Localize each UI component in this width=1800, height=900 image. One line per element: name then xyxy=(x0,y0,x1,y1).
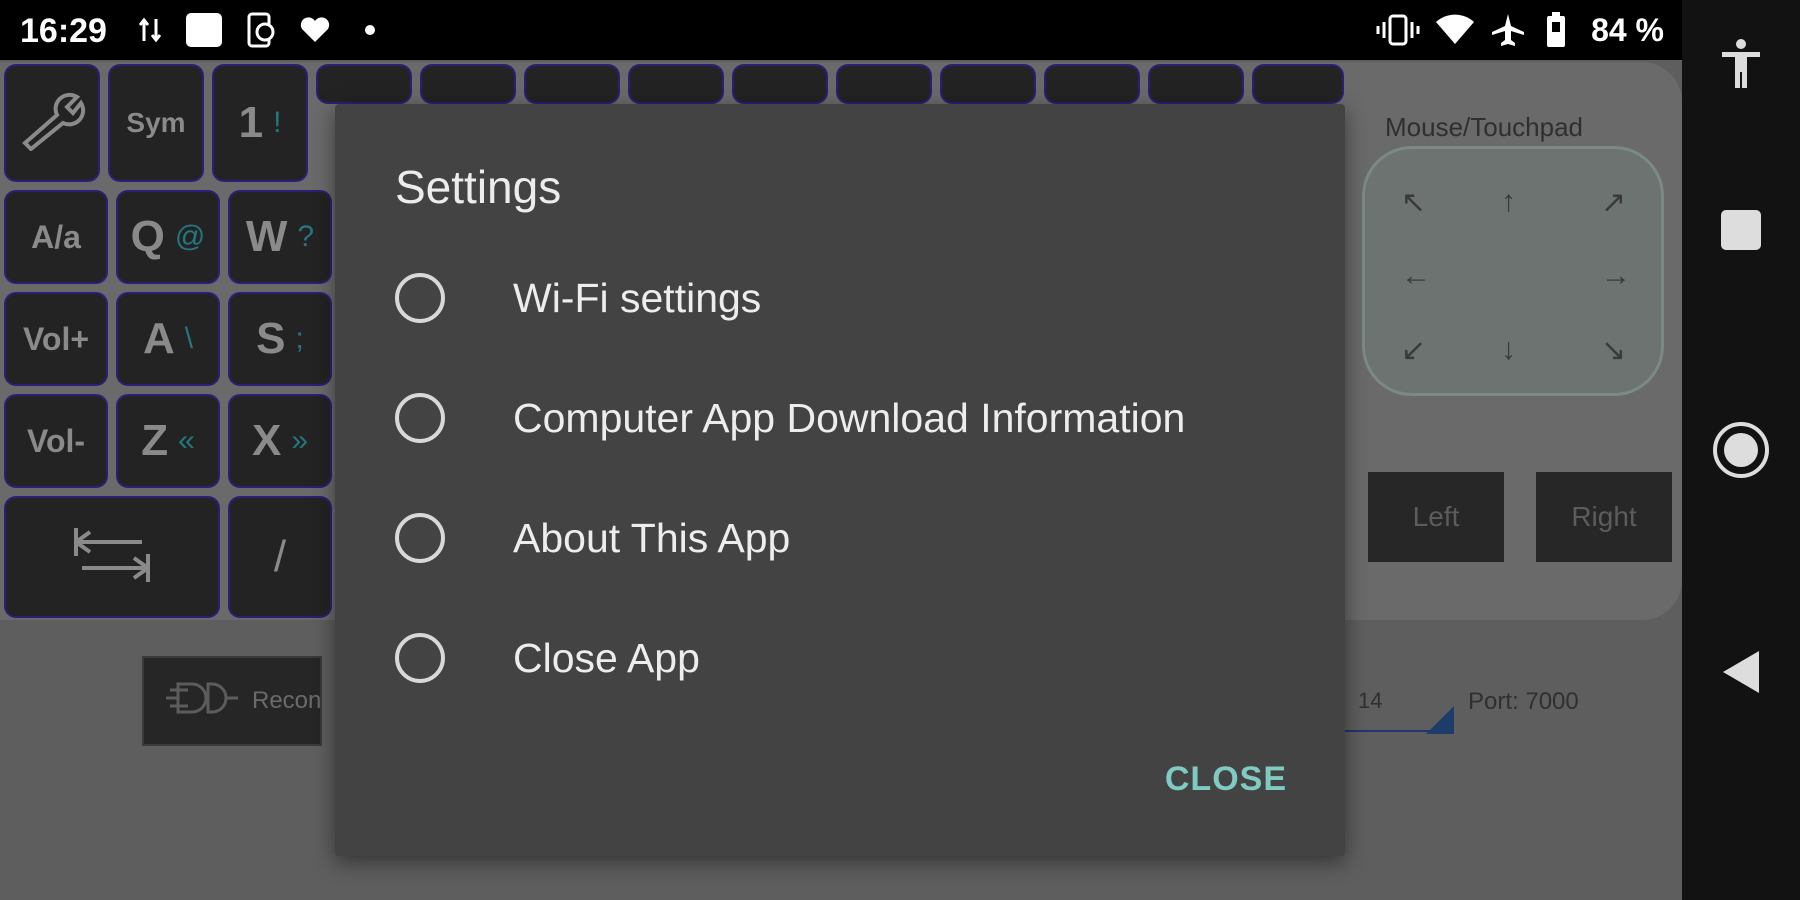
square-notification-icon xyxy=(184,12,224,48)
arrow-up-left-icon[interactable]: ↖ xyxy=(1401,185,1426,220)
key-a[interactable]: A \ xyxy=(116,292,220,386)
key-1[interactable]: 1 ! xyxy=(212,64,308,182)
left-click-button[interactable]: Left xyxy=(1368,472,1504,562)
key-hidden-10[interactable] xyxy=(1252,64,1344,104)
option-wifi-settings[interactable]: Wi-Fi settings xyxy=(395,258,1295,338)
battery-percent: 84 % xyxy=(1591,12,1664,48)
reconnect-label: Reconn xyxy=(252,687,322,714)
key-settings[interactable] xyxy=(4,64,100,182)
wifi-icon xyxy=(1434,12,1476,48)
radio-button[interactable] xyxy=(395,633,445,683)
arrow-left-icon[interactable]: ← xyxy=(1401,259,1431,293)
right-click-button[interactable]: Right xyxy=(1536,472,1672,562)
radio-button[interactable] xyxy=(395,273,445,323)
key-hidden-7[interactable] xyxy=(940,64,1036,104)
key-slash[interactable]: / xyxy=(228,496,332,618)
option-label: Wi-Fi settings xyxy=(513,274,762,321)
port-label: Port: 7000 xyxy=(1468,688,1579,715)
arrow-up-icon[interactable]: ↑ xyxy=(1501,185,1516,219)
option-label: About This App xyxy=(513,514,791,561)
settings-dialog: Settings Wi-Fi settings Computer App Dow… xyxy=(335,104,1345,856)
key-tab[interactable] xyxy=(4,496,220,618)
home-icon[interactable] xyxy=(1682,418,1800,482)
airplane-icon xyxy=(1490,12,1526,48)
option-computer-app-download[interactable]: Computer App Download Information xyxy=(395,378,1295,458)
navigation-bar xyxy=(1682,0,1800,900)
radio-button[interactable] xyxy=(395,513,445,563)
option-label: Computer App Download Information xyxy=(513,394,1186,441)
key-volup[interactable]: Vol+ xyxy=(4,292,108,386)
status-time: 16:29 xyxy=(20,12,107,50)
arrow-down-right-icon[interactable]: ↘ xyxy=(1601,333,1626,368)
dot-icon xyxy=(362,12,378,48)
screen-rotate-icon xyxy=(244,12,278,48)
battery-icon xyxy=(1544,12,1568,48)
key-sym[interactable]: Sym xyxy=(108,64,204,182)
key-voldown[interactable]: Vol- xyxy=(4,394,108,488)
touchpad[interactable]: ↖ ↑ ↗ ← → ↙ ↓ ↘ xyxy=(1362,146,1664,396)
option-label: Close App xyxy=(513,634,700,681)
vibrate-icon xyxy=(1376,12,1420,48)
key-z[interactable]: Z « xyxy=(116,394,220,488)
key-x[interactable]: X » xyxy=(228,394,332,488)
key-hidden-9[interactable] xyxy=(1148,64,1244,104)
dialog-title: Settings xyxy=(395,161,562,213)
accessibility-icon[interactable] xyxy=(1682,34,1800,94)
arrow-right-icon[interactable]: → xyxy=(1601,259,1631,293)
key-hidden-1[interactable] xyxy=(316,64,412,104)
key-hidden-6[interactable] xyxy=(836,64,932,104)
ip-address-fragment: 14 xyxy=(1358,688,1383,713)
recents-icon[interactable] xyxy=(1682,200,1800,260)
arrow-down-left-icon[interactable]: ↙ xyxy=(1401,333,1426,368)
key-aa[interactable]: A/a xyxy=(4,190,108,284)
key-q[interactable]: Q @ xyxy=(116,190,220,284)
back-icon[interactable] xyxy=(1682,642,1800,702)
plug-icon xyxy=(162,676,242,727)
arrow-down-icon[interactable]: ↓ xyxy=(1501,333,1516,367)
key-hidden-3[interactable] xyxy=(524,64,620,104)
key-w[interactable]: W ? xyxy=(228,190,332,284)
input-corner-icon xyxy=(1426,706,1454,739)
key-hidden-8[interactable] xyxy=(1044,64,1140,104)
key-hidden-5[interactable] xyxy=(732,64,828,104)
key-hidden-4[interactable] xyxy=(628,64,724,104)
key-hidden-2[interactable] xyxy=(420,64,516,104)
wrench-icon xyxy=(17,91,87,156)
tab-icon xyxy=(72,520,152,595)
radio-button[interactable] xyxy=(395,393,445,443)
option-about-app[interactable]: About This App xyxy=(395,498,1295,578)
reconnect-button[interactable]: Reconn xyxy=(142,656,322,746)
option-close-app[interactable]: Close App xyxy=(395,618,1295,698)
key-s[interactable]: S ; xyxy=(228,292,332,386)
heart-icon xyxy=(298,12,332,48)
status-bar: 16:29 84 % xyxy=(0,0,1682,60)
arrow-up-right-icon[interactable]: ↗ xyxy=(1601,185,1626,220)
mouse-touchpad-title: Mouse/Touchpad xyxy=(1385,112,1584,142)
data-transfer-icon xyxy=(138,12,162,48)
close-button[interactable]: CLOSE xyxy=(1165,760,1287,799)
screen: 16:29 84 % Sym 1 ! A/a Q @ W ? Vol+ A \ … xyxy=(0,0,1800,900)
